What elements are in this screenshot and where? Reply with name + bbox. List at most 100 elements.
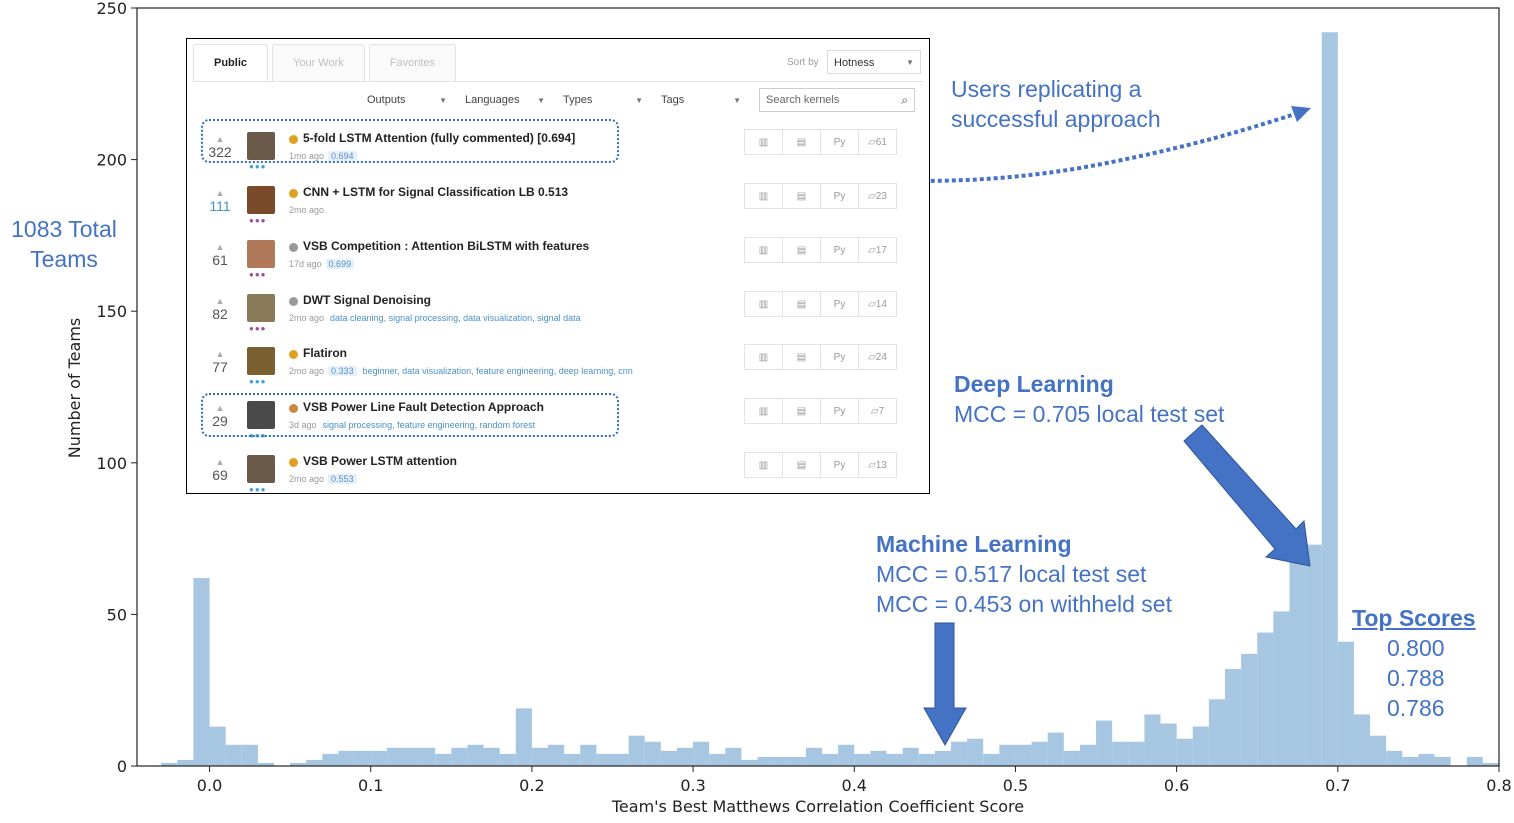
language-badge[interactable]: Py [820,237,859,263]
notebook-icon[interactable]: ▤ [782,398,821,424]
notebook-icon[interactable]: ▤ [782,129,821,155]
upvote-icon[interactable]: ▲ [199,243,241,252]
avatar[interactable] [247,186,275,214]
comments-value: 17 [875,245,887,256]
output-icon[interactable]: ▥ [744,452,783,478]
histogram-bar [693,741,710,766]
histogram-bar [1418,753,1435,766]
filter-tags[interactable]: Tags ▼ [651,91,749,109]
kernel-row[interactable]: ▲ 77 ●●● Flatiron 2mo ago 0.333 beginner, data… [199,338,911,388]
comments-value: 7 [878,406,885,417]
comment-icon: ▱ [868,299,876,310]
language-badge[interactable]: Py [820,291,859,317]
filter-bar: Outputs ▼ Languages ▼ Types ▼ Tags ▼ [357,91,749,109]
kernel-title[interactable]: CNN + LSTM for Signal Classification LB … [303,185,568,199]
vote-count[interactable]: ▲ 69 [199,458,241,484]
histogram-bar [193,578,210,766]
language-badge[interactable]: Py [820,452,859,478]
output-icon[interactable]: ▥ [744,237,783,263]
avatar[interactable] [247,347,275,375]
machine-learning-arrow [923,622,967,747]
upvote-icon[interactable]: ▲ [199,458,241,467]
filter-languages[interactable]: Languages ▼ [455,91,553,109]
tab-your-work[interactable]: Your Work [272,44,365,81]
search-input[interactable]: Search kernels ⌕ [759,88,915,112]
vote-count[interactable]: ▲ 82 [199,297,241,323]
histogram-bar [838,744,855,766]
notebook-icon[interactable]: ▤ [782,237,821,263]
top-score-1: 0.800 [1387,635,1445,661]
language-badge[interactable]: Py [820,129,859,155]
output-icon[interactable]: ▥ [744,291,783,317]
tab-favorites[interactable]: Favorites [368,44,457,81]
language-badge[interactable]: Py [820,183,859,209]
histogram-bar [1208,699,1225,766]
filter-outputs[interactable]: Outputs ▼ [357,91,455,109]
histogram-bar [1063,750,1080,766]
kernel-tags[interactable]: beginner, data visualization, feature en… [363,366,633,376]
language-badge[interactable]: Py [820,398,859,424]
output-icon[interactable]: ▥ [744,129,783,155]
kernel-title[interactable]: VSB Power LSTM attention [303,454,457,468]
output-icon[interactable]: ▥ [744,183,783,209]
comments-count[interactable]: ▱13 [858,452,897,478]
vote-value: 61 [212,252,228,268]
kernel-row[interactable]: ▲ 61 ●●● VSB Competition : Attention BiLSTM… [199,231,911,281]
kernel-title[interactable]: Flatiron [303,346,347,360]
vote-count[interactable]: ▲ 111 [199,189,241,215]
comments-count[interactable]: ▱14 [858,291,897,317]
notebook-icon[interactable]: ▤ [782,344,821,370]
tab-public[interactable]: Public [193,44,269,81]
kernel-tags[interactable]: data cleaning, signal processing, data v… [330,313,581,323]
avatar[interactable] [247,455,275,483]
kernel-title[interactable]: VSB Competition : Attention BiLSTM with … [303,239,589,253]
notebook-icon[interactable]: ▤ [782,183,821,209]
histogram-bar [499,753,516,766]
comments-count[interactable]: ▱23 [858,183,897,209]
kernel-row[interactable]: ▲ 69 ●●● VSB Power LSTM attention 2mo ago 0.5… [199,446,911,494]
search-icon[interactable]: ⌕ [901,89,908,111]
deep-learning-title: Deep Learning [954,371,1114,397]
vote-value: 82 [212,306,228,322]
kernel-tabs: Public Your Work Favorites [193,44,460,82]
comments-count[interactable]: ▱17 [858,237,897,263]
vote-count[interactable]: ▲ 77 [199,350,241,376]
avatar[interactable] [247,240,275,268]
tier-dots: ●●● [249,485,267,494]
vote-count[interactable]: ▲ 61 [199,243,241,269]
histogram-bar [822,753,839,766]
kernel-row[interactable]: ▲ 82 ●●● DWT Signal Denoising 2mo ago data cl… [199,285,911,335]
sort-select[interactable]: Hotness ▼ [827,50,921,74]
score-badge: 0.333 [328,366,357,376]
kernel-meta: 2mo ago [289,205,324,215]
kernel-actions: ▥ ▤ Py ▱13 [744,452,897,478]
output-icon[interactable]: ▥ [744,398,783,424]
x-tick-label: 0.6 [1164,776,1189,795]
comments-count[interactable]: ▱24 [858,344,897,370]
output-icon[interactable]: ▥ [744,344,783,370]
histogram-bar [322,753,339,766]
comments-value: 24 [875,352,887,363]
histogram-bar [773,756,790,766]
kernel-row[interactable]: ▲ 111 ●●● CNN + LSTM for Signal Classificat… [199,177,911,227]
notebook-icon[interactable]: ▤ [782,291,821,317]
upvote-icon[interactable]: ▲ [199,189,241,198]
chevron-down-icon: ▼ [439,96,447,105]
histogram-bar [580,744,597,766]
y-axis-title: Number of Teams [65,318,84,459]
comment-icon: ▱ [868,460,876,471]
upvote-icon[interactable]: ▲ [199,297,241,306]
histogram-bar [402,747,420,766]
filter-types[interactable]: Types ▼ [553,91,651,109]
filter-types-label: Types [563,94,593,106]
language-badge[interactable]: Py [820,344,859,370]
kernel-title[interactable]: DWT Signal Denoising [303,293,431,307]
comments-value: 61 [875,137,887,148]
comments-count[interactable]: ▱7 [858,398,897,424]
histogram-bar [467,744,484,766]
comments-count[interactable]: ▱61 [858,129,897,155]
notebook-icon[interactable]: ▤ [782,452,821,478]
chevron-down-icon: ▼ [537,96,545,105]
upvote-icon[interactable]: ▲ [199,350,241,359]
avatar[interactable] [247,294,275,322]
